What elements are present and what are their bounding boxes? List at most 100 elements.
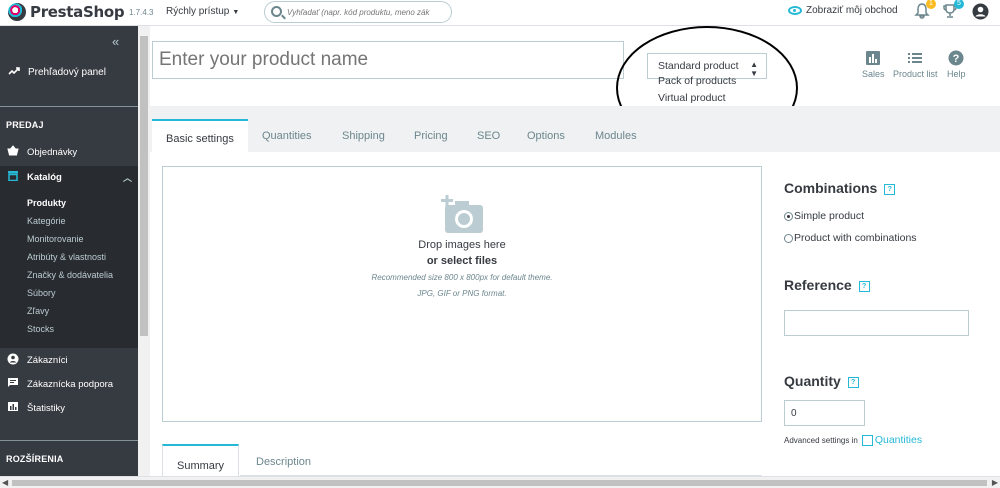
sidebar: « Prehľadový panel PREDAJ Objednávky Kat… — [0, 26, 138, 488]
advanced-prefix: Advanced settings in — [784, 435, 858, 445]
user-avatar-icon — [972, 3, 989, 20]
vertical-scrollbar[interactable] — [138, 26, 150, 480]
view-store-link[interactable]: Zobraziť môj obchod — [788, 5, 898, 16]
simple-product-label: Simple product — [794, 210, 865, 222]
sidebar-subitem-attributes[interactable]: Atribúty & vlastnosti — [27, 252, 106, 262]
radio-unselected[interactable] — [784, 233, 793, 243]
sidebar-subitem-stocks[interactable]: Stocks — [27, 324, 54, 334]
sidebar-subitem-brands[interactable]: Značky & dodávatelia — [27, 270, 113, 280]
logo-icon — [8, 3, 26, 21]
sidebar-item-support[interactable]: Zákaznícka podpora — [6, 377, 132, 391]
description-tabs: Summary Description — [162, 444, 762, 476]
sidebar-subitem-monitoring[interactable]: Monitorovanie — [27, 234, 84, 244]
prestashop-logo[interactable]: PrestaShop — [8, 3, 125, 21]
product-list-button[interactable]: Product list — [893, 50, 938, 79]
orders-notifications-button[interactable]: 5 — [942, 0, 964, 21]
reference-help-icon[interactable]: ? — [858, 280, 870, 292]
combinations-title-text: Combinations — [784, 180, 878, 196]
caret-down-icon: ▼ — [232, 9, 240, 16]
eye-icon — [788, 6, 802, 15]
select-files-link[interactable]: or select files — [163, 255, 761, 267]
help-button[interactable]: ? Help — [947, 50, 966, 79]
quantity-help-icon[interactable]: ? — [847, 376, 859, 388]
svg-text:?: ? — [953, 53, 960, 65]
image-dropzone[interactable]: Drop images here or select files Recomme… — [162, 166, 762, 422]
combinations-radio[interactable]: Product with combinations — [784, 232, 917, 244]
quantities-link[interactable]: Quantities — [861, 434, 923, 446]
bar-chart-icon — [865, 50, 881, 66]
version-label: 1.7.4.3 — [129, 8, 154, 17]
search-icon — [271, 6, 282, 17]
help-circle-icon: ? — [948, 50, 964, 66]
product-header: Standard product ▲▼ Pack of products Vir… — [150, 26, 1000, 150]
sidebar-item-stats[interactable]: Štatistiky — [6, 401, 132, 415]
product-tabs: Basic settings Quantities Shipping Prici… — [150, 106, 1000, 152]
sales-label: Sales — [862, 69, 885, 79]
scrollbar-thumb[interactable] — [12, 480, 987, 486]
scroll-right-icon[interactable]: ▶ — [992, 478, 998, 487]
tab-options[interactable]: Options — [527, 130, 565, 142]
tab-seo[interactable]: SEO — [477, 130, 500, 142]
tab-modules[interactable]: Modules — [595, 130, 637, 142]
divider — [0, 440, 138, 441]
search-input[interactable] — [287, 5, 449, 19]
catalog-menu: Katalóg ︿ Produkty Kategórie Monitorovan… — [0, 166, 138, 348]
horizontal-scrollbar[interactable]: ◀ ▶ — [0, 476, 1000, 488]
tab-summary[interactable]: Summary — [162, 444, 240, 476]
sidebar-item-orders[interactable]: Objednávky — [6, 145, 132, 159]
notifications-button[interactable]: 1 — [914, 0, 936, 21]
sidebar-item-label: Katalóg — [27, 171, 62, 183]
radio-selected[interactable] — [784, 211, 793, 221]
sidebar-item-label: Štatistiky — [27, 402, 66, 414]
combinations-help-icon[interactable]: ? — [884, 183, 896, 195]
tab-shipping[interactable]: Shipping — [342, 130, 385, 142]
account-button[interactable] — [972, 3, 990, 21]
main-content: Standard product ▲▼ Pack of products Vir… — [150, 26, 1000, 476]
recommended-size-text: Recommended size 800 x 800px for default… — [371, 273, 553, 282]
quantities-link-label: Quantities — [874, 434, 923, 446]
collapse-sidebar-icon[interactable]: « — [112, 34, 119, 49]
cart-icon — [6, 145, 20, 159]
sidebar-item-dashboard[interactable]: Prehľadový panel — [8, 66, 106, 79]
reference-input[interactable] — [784, 310, 969, 336]
sidebar-item-customers[interactable]: Zákazníci — [6, 353, 132, 368]
quantity-title-text: Quantity — [784, 373, 841, 389]
drop-images-text: Drop images here — [418, 239, 506, 251]
section-title-sell: PREDAJ — [6, 120, 44, 130]
bar-chart-icon — [6, 401, 20, 415]
product-name-input[interactable] — [152, 41, 624, 79]
reference-title-text: Reference — [784, 277, 852, 293]
chat-icon — [6, 377, 20, 391]
tab-pricing[interactable]: Pricing — [414, 130, 448, 142]
chevron-up-icon: ︿ — [122, 172, 132, 183]
sidebar-subitem-categories[interactable]: Kategórie — [27, 216, 66, 226]
tab-description[interactable]: Description — [256, 456, 311, 468]
sidebar-item-catalog[interactable]: Katalóg ︿ — [6, 170, 132, 184]
quick-access-dropdown[interactable]: Rýchly prístup ▼ — [166, 6, 239, 17]
help-label: Help — [947, 69, 966, 79]
divider — [0, 106, 138, 107]
combinations-label: Product with combinations — [794, 232, 917, 244]
sidebar-item-label: Prehľadový panel — [28, 67, 106, 78]
sidebar-subitem-discounts[interactable]: Zľavy — [27, 306, 49, 316]
tab-basic-settings[interactable]: Basic settings — [152, 119, 248, 152]
tab-quantities[interactable]: Quantities — [262, 130, 312, 142]
store-icon — [6, 170, 20, 184]
sidebar-subitem-products[interactable]: Produkty — [27, 198, 66, 208]
user-circle-icon — [6, 353, 20, 368]
scrollbar-thumb[interactable] — [140, 36, 148, 336]
quantity-input[interactable] — [784, 400, 865, 426]
logo-text: PrestaShop — [30, 3, 125, 21]
search-box[interactable] — [264, 1, 452, 23]
sidebar-item-label: Zákazníci — [27, 355, 68, 366]
section-title-extensions: ROZŠÍRENIA — [6, 454, 64, 464]
simple-product-radio[interactable]: Simple product — [784, 210, 864, 222]
add-photo-icon — [441, 195, 483, 233]
list-icon — [907, 50, 923, 66]
sidebar-subitem-files[interactable]: Súbory — [27, 288, 56, 298]
basic-settings-panel: Drop images here or select files Recomme… — [150, 152, 1000, 476]
sales-button[interactable]: Sales — [862, 50, 885, 79]
scroll-left-icon[interactable]: ◀ — [2, 478, 8, 487]
advanced-settings: Advanced settings in Quantities — [784, 434, 922, 446]
format-text: JPG, GIF or PNG format. — [417, 289, 507, 298]
